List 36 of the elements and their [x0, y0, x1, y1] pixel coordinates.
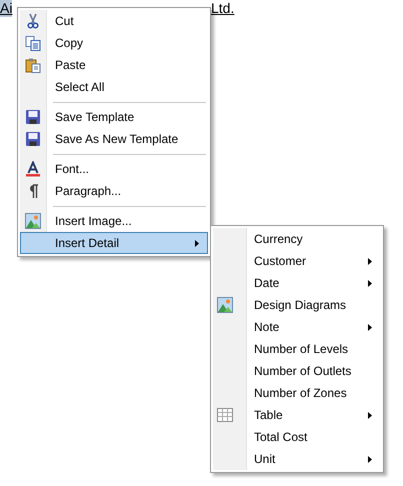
menu-item[interactable]: Total Cost [213, 426, 381, 448]
menu-item[interactable]: Currency [213, 228, 381, 250]
submenu-arrow-icon [195, 240, 199, 246]
menu-item[interactable]: Cut [20, 10, 208, 32]
selected-text: Ai [0, 0, 12, 17]
menu-item[interactable]: Paste [20, 54, 208, 76]
document-text: Ltd. [211, 0, 234, 17]
menu-item[interactable]: Font... [20, 158, 208, 180]
scissors-icon [24, 13, 40, 29]
submenu-arrow-icon [368, 258, 372, 264]
menu-item[interactable]: Insert Detail [20, 232, 208, 254]
menu-item[interactable]: Save Template [20, 106, 208, 128]
menu-item[interactable]: Number of Outlets [213, 360, 381, 382]
image-icon [217, 297, 233, 313]
menu-item[interactable]: Paragraph... [20, 180, 208, 202]
menu-item[interactable]: Design Diagrams [213, 294, 381, 316]
menu-item[interactable]: Number of Levels [213, 338, 381, 360]
submenu-arrow-icon [368, 456, 372, 462]
menu-item[interactable]: Insert Image... [20, 210, 208, 232]
menu-item[interactable]: Date [213, 272, 381, 294]
menu-item[interactable]: Unit [213, 448, 381, 470]
menu-item[interactable]: Table [213, 404, 381, 426]
menu-item[interactable]: Copy [20, 32, 208, 54]
submenu-arrow-icon [368, 412, 372, 418]
copy-icon [24, 35, 40, 51]
submenu-arrow-icon [368, 280, 372, 286]
menu-item[interactable]: Save As New Template [20, 128, 208, 150]
menu-item[interactable]: Select All [20, 76, 208, 98]
clipboard-icon [24, 57, 40, 73]
font-icon [24, 161, 40, 177]
menu-item[interactable]: Customer [213, 250, 381, 272]
menu-item[interactable]: Number of Zones [213, 382, 381, 404]
table-icon [217, 408, 233, 422]
image-icon [24, 213, 40, 229]
menu-item[interactable]: Note [213, 316, 381, 338]
submenu-arrow-icon [368, 324, 372, 330]
